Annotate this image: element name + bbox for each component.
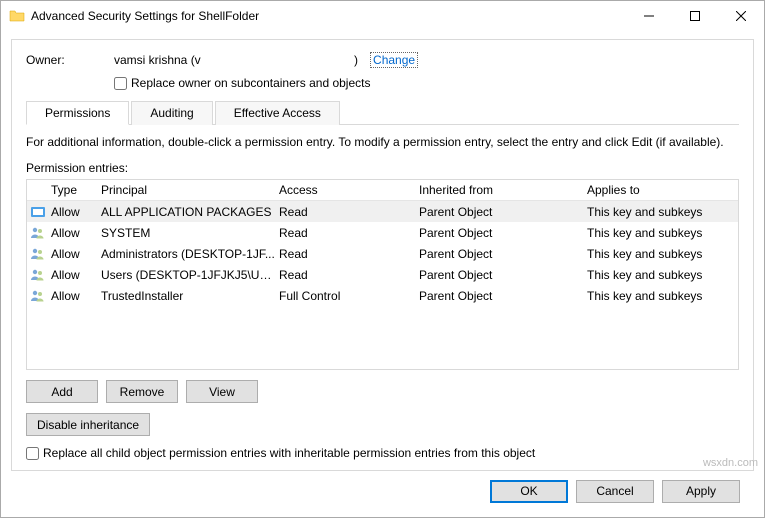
change-owner-link[interactable]: Change [370,52,418,68]
tab-auditing[interactable]: Auditing [131,101,212,125]
cell-principal: TrustedInstaller [99,289,277,303]
cell-applies: This key and subkeys [585,247,738,261]
cell-type: Allow [49,247,99,261]
dialog-footer: OK Cancel Apply [11,471,754,511]
cancel-button[interactable]: Cancel [576,480,654,503]
table-row[interactable]: AllowALL APPLICATION PACKAGESReadParent … [27,201,738,222]
package-icon [27,204,49,220]
cell-inherited: Parent Object [417,226,585,240]
table-row[interactable]: AllowUsers (DESKTOP-1JFJKJ5\Users)ReadPa… [27,264,738,285]
cell-principal: SYSTEM [99,226,277,240]
replace-owner-label: Replace owner on subcontainers and objec… [131,76,370,90]
window-title: Advanced Security Settings for ShellFold… [31,9,626,23]
replace-all-checkbox[interactable]: Replace all child object permission entr… [26,446,739,460]
maximize-button[interactable] [672,1,718,31]
table-row[interactable]: AllowTrustedInstallerFull ControlParent … [27,285,738,306]
cell-inherited: Parent Object [417,268,585,282]
cell-access: Read [277,247,417,261]
users-icon [27,288,49,304]
users-icon [27,246,49,262]
cell-applies: This key and subkeys [585,268,738,282]
cell-type: Allow [49,205,99,219]
replace-all-input[interactable] [26,447,39,460]
title-bar: Advanced Security Settings for ShellFold… [1,1,764,31]
cell-principal: Users (DESKTOP-1JFJKJ5\Users) [99,268,277,282]
client-area: Owner: vamsi krishna (v ) Change Replace… [1,31,764,517]
replace-all-label: Replace all child object permission entr… [43,446,535,460]
cell-principal: Administrators (DESKTOP-1JF... [99,247,277,261]
cell-type: Allow [49,226,99,240]
info-text: For additional information, double-click… [26,135,739,149]
owner-value: vamsi krishna (v ) [114,53,358,67]
folder-icon [9,8,25,24]
users-icon [27,267,49,283]
table-row[interactable]: AllowSYSTEMReadParent ObjectThis key and… [27,222,738,243]
replace-owner-input[interactable] [114,77,127,90]
tabs: Permissions Auditing Effective Access [26,100,739,125]
cell-access: Read [277,205,417,219]
cell-access: Read [277,268,417,282]
window: Advanced Security Settings for ShellFold… [0,0,765,518]
minimize-button[interactable] [626,1,672,31]
cell-inherited: Parent Object [417,205,585,219]
disable-inheritance-button[interactable]: Disable inheritance [26,413,150,436]
cell-applies: This key and subkeys [585,205,738,219]
cell-type: Allow [49,268,99,282]
permissions-grid: Type Principal Access Inherited from App… [26,179,739,370]
col-type[interactable]: Type [49,183,99,197]
grid-header: Type Principal Access Inherited from App… [27,180,738,201]
add-button[interactable]: Add [26,380,98,403]
view-button[interactable]: View [186,380,258,403]
cell-applies: This key and subkeys [585,289,738,303]
entries-label: Permission entries: [26,161,739,175]
cell-applies: This key and subkeys [585,226,738,240]
col-principal[interactable]: Principal [99,183,277,197]
watermark: wsxdn.com [703,457,758,469]
remove-button[interactable]: Remove [106,380,178,403]
col-inherited[interactable]: Inherited from [417,183,585,197]
users-icon [27,225,49,241]
cell-inherited: Parent Object [417,289,585,303]
cell-access: Read [277,226,417,240]
cell-principal: ALL APPLICATION PACKAGES [99,205,277,219]
owner-label: Owner: [26,53,114,67]
cell-access: Full Control [277,289,417,303]
col-access[interactable]: Access [277,183,417,197]
tab-permissions[interactable]: Permissions [26,101,129,125]
ok-button[interactable]: OK [490,480,568,503]
main-panel: Owner: vamsi krishna (v ) Change Replace… [11,39,754,471]
cell-inherited: Parent Object [417,247,585,261]
tab-effective-access[interactable]: Effective Access [215,101,340,125]
col-applies[interactable]: Applies to [585,183,738,197]
apply-button[interactable]: Apply [662,480,740,503]
replace-owner-checkbox[interactable]: Replace owner on subcontainers and objec… [114,76,739,90]
cell-type: Allow [49,289,99,303]
close-button[interactable] [718,1,764,31]
table-row[interactable]: AllowAdministrators (DESKTOP-1JF...ReadP… [27,243,738,264]
